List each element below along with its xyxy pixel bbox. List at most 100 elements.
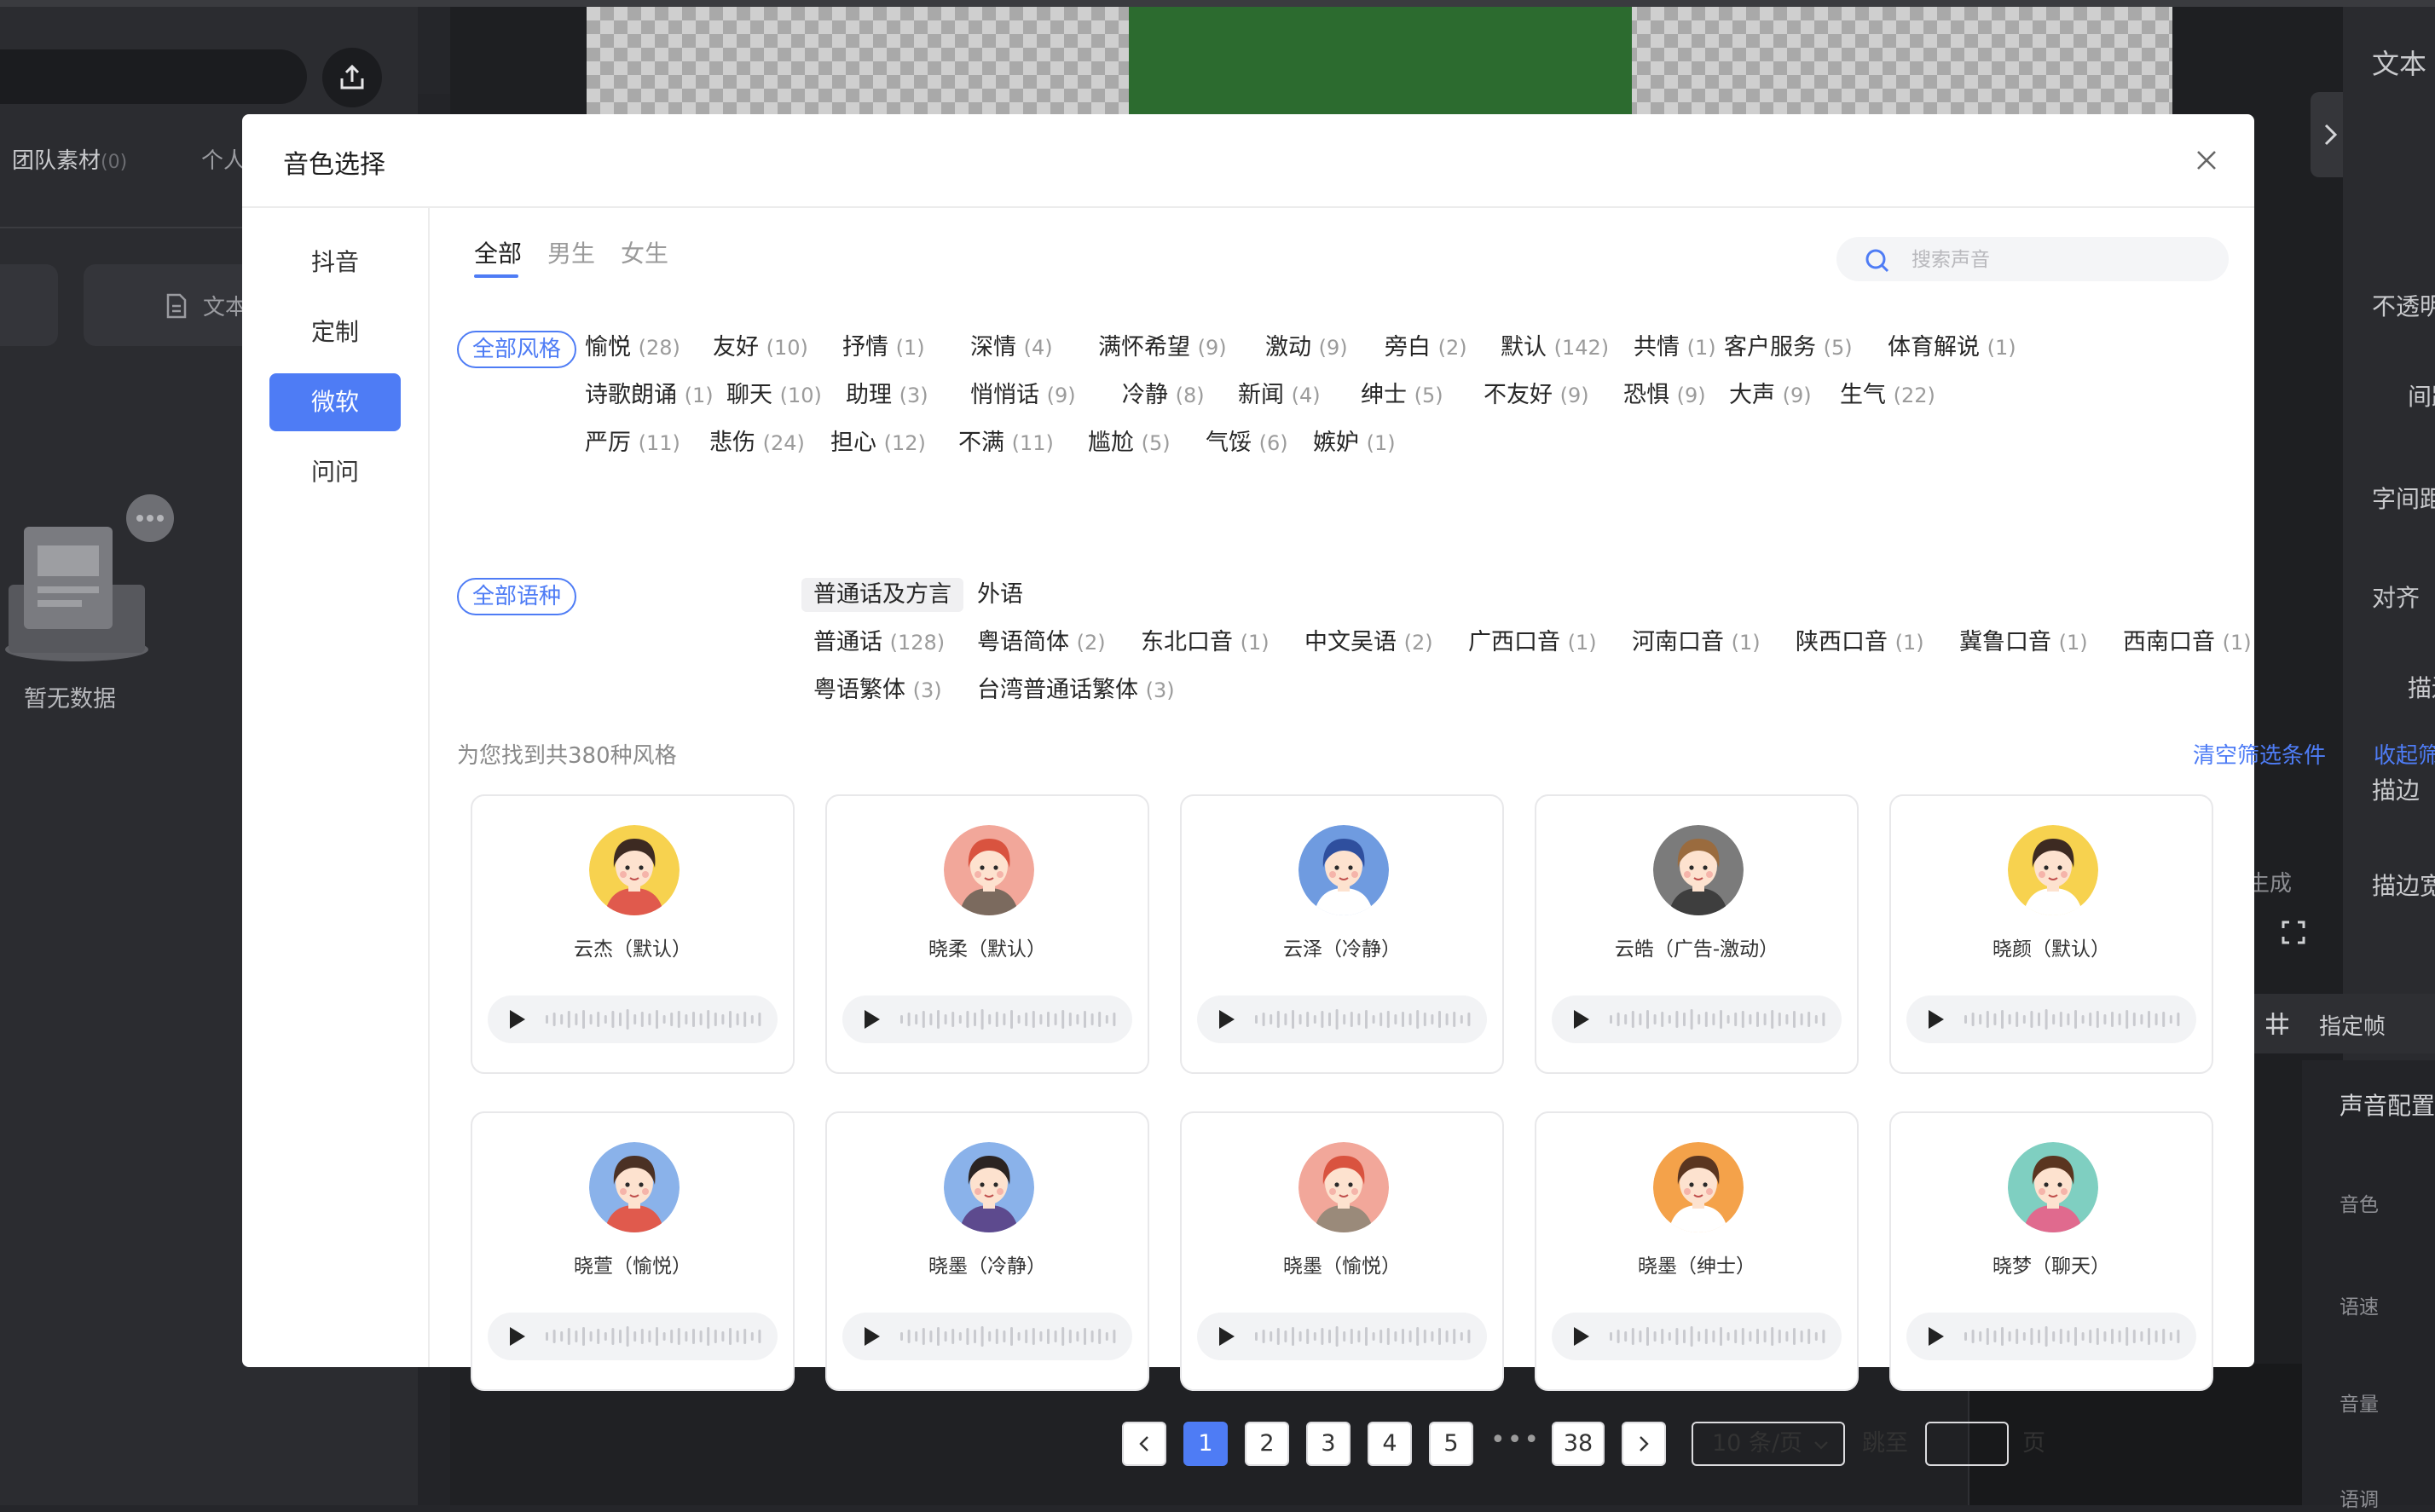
style-tag[interactable]: 旁白 (2) [1385,331,1467,365]
tab-team-assets[interactable]: 团队素材(0) [12,143,127,175]
style-tag-label: 深情 [970,334,1016,361]
style-tag[interactable]: 嫉妒 (1) [1313,426,1396,460]
tab-personal[interactable]: 个人 [201,143,246,175]
style-tag[interactable]: 绅士 (5) [1361,378,1443,413]
style-tag[interactable]: 聊天 (10) [726,378,822,413]
language-tag[interactable]: 中文吴语 (2) [1304,626,1433,660]
page-ellipsis[interactable]: ••• [1490,1422,1539,1466]
style-tag[interactable]: 恐惧 (9) [1623,378,1706,413]
page-4[interactable]: 4 [1368,1422,1412,1466]
voice-card[interactable]: 晓柔（默认） [825,794,1149,1074]
language-tag[interactable]: 粤语简体 (2) [977,626,1106,660]
style-tag[interactable]: 抒情 (1) [842,331,925,365]
voice-card[interactable]: 云泽（冷静） [1180,794,1504,1074]
play-icon[interactable] [1925,1324,1947,1348]
collapse-filters-link[interactable]: 收起筛选 [2374,738,2435,770]
page-size-select[interactable]: 10 条/页 [1692,1422,1845,1466]
style-tag[interactable]: 共情 (1) [1634,331,1716,365]
language-tag[interactable]: 西南口音 (1) [2123,626,2252,660]
tab-female[interactable]: 女生 [621,235,668,269]
page-1[interactable]: 1 [1183,1422,1228,1466]
style-tag[interactable]: 尴尬 (5) [1088,426,1171,460]
all-languages-filter[interactable]: 全部语种 [457,578,577,615]
sidebar-item-microsoft[interactable]: 微软 [269,373,401,431]
style-tag[interactable]: 冷静 (8) [1122,378,1205,413]
style-tag[interactable]: 不友好 (9) [1484,378,1589,413]
asset-search-input[interactable] [0,49,307,104]
tab-male[interactable]: 男生 [547,235,595,269]
style-tag[interactable]: 激动 (9) [1265,331,1348,365]
next-page-button[interactable] [1622,1422,1666,1466]
language-group-mandarin-dialects[interactable]: 普通话及方言 [801,578,963,612]
style-tag[interactable]: 不满 (11) [958,426,1054,460]
page-3[interactable]: 3 [1306,1422,1351,1466]
language-tag[interactable]: 广西口音 (1) [1468,626,1597,660]
style-tag[interactable]: 生气 (22) [1840,378,1935,413]
play-icon[interactable] [861,1007,883,1031]
style-tag[interactable]: 担心 (12) [830,426,926,460]
page-5[interactable]: 5 [1429,1422,1473,1466]
frame-control[interactable]: 指定帧 [2251,994,2435,1053]
search-input[interactable] [1910,244,2203,276]
style-tag[interactable]: 体育解说 (1) [1888,331,2016,365]
voice-card[interactable]: 晓梦（聊天） [1889,1111,2213,1391]
language-tag[interactable]: 台湾普通话繁体 (3) [977,673,1175,707]
play-icon[interactable] [1216,1324,1238,1348]
page-2[interactable]: 2 [1245,1422,1289,1466]
style-tag[interactable]: 悲伤 (24) [709,426,805,460]
close-icon[interactable] [2191,145,2222,176]
play-icon[interactable] [1570,1324,1593,1348]
language-tag[interactable]: 冀鲁口音 (1) [1959,626,2088,660]
fullscreen-icon[interactable] [2282,920,2305,944]
play-icon[interactable] [1925,1007,1947,1031]
style-tag[interactable]: 诗歌朗诵 (1) [585,378,714,413]
prev-page-button[interactable] [1122,1422,1166,1466]
language-group-foreign[interactable]: 外语 [977,578,1023,612]
style-tag[interactable]: 悄悄话 (9) [970,378,1076,413]
voice-card[interactable]: 云杰（默认） [471,794,795,1074]
voice-card[interactable]: 晓颜（默认） [1889,794,2213,1074]
voice-card[interactable]: 晓墨（愉悦） [1180,1111,1504,1391]
spacing-label[interactable]: 间距 [2408,378,2435,413]
style-tag[interactable]: 气馁 (6) [1206,426,1288,460]
upload-button[interactable] [322,48,382,107]
audio-preview-player [488,995,778,1043]
page-last[interactable]: 38 [1552,1422,1605,1466]
play-icon[interactable] [1216,1007,1238,1031]
style-tag[interactable]: 友好 (10) [713,331,808,365]
tab-all[interactable]: 全部 [474,235,522,269]
language-tag[interactable]: 河南口音 (1) [1632,626,1761,660]
voice-card[interactable]: 晓萱（愉悦） [471,1111,795,1391]
play-icon[interactable] [1570,1007,1593,1031]
style-tag[interactable]: 大声 (9) [1729,378,1812,413]
frame-select[interactable]: 指定帧 [2319,1009,2386,1041]
stroke-section-label[interactable]: 描边 [2408,670,2435,704]
language-tag[interactable]: 粤语繁体 (3) [813,673,942,707]
style-tag[interactable]: 满怀希望 (9) [1098,331,1227,365]
voice-card[interactable]: 晓墨（绅士） [1535,1111,1859,1391]
sidebar-item-custom[interactable]: 定制 [269,303,401,361]
jump-page-input[interactable] [1925,1422,2009,1466]
sidebar-item-douyin[interactable]: 抖音 [269,234,401,291]
style-tag[interactable]: 助理 (3) [846,378,928,413]
voice-name: 晓柔（默认） [928,938,1046,961]
voice-card[interactable]: 晓墨（冷静） [825,1111,1149,1391]
style-tag[interactable]: 新闻 (4) [1238,378,1321,413]
play-icon[interactable] [506,1324,529,1348]
voice-card[interactable]: 云皓（广告-激动） [1535,794,1859,1074]
audio-preview-player [1906,1313,2196,1360]
sidebar-item-wenwen[interactable]: 问问 [269,443,401,501]
asset-chip[interactable] [0,264,58,346]
style-tag[interactable]: 愉悦 (28) [585,331,680,365]
style-tag[interactable]: 深情 (4) [970,331,1053,365]
clear-filters-link[interactable]: 清空筛选条件 [2193,738,2326,770]
language-tag[interactable]: 东北口音 (1) [1141,626,1270,660]
style-tag[interactable]: 客户服务 (5) [1724,331,1853,365]
style-tag[interactable]: 严厉 (11) [585,426,680,460]
language-tag[interactable]: 陕西口音 (1) [1796,626,1924,660]
language-tag[interactable]: 普通话 (128) [813,626,945,660]
play-icon[interactable] [861,1324,883,1348]
all-styles-filter[interactable]: 全部风格 [457,331,577,368]
style-tag[interactable]: 默认 (142) [1501,331,1609,365]
play-icon[interactable] [506,1007,529,1031]
